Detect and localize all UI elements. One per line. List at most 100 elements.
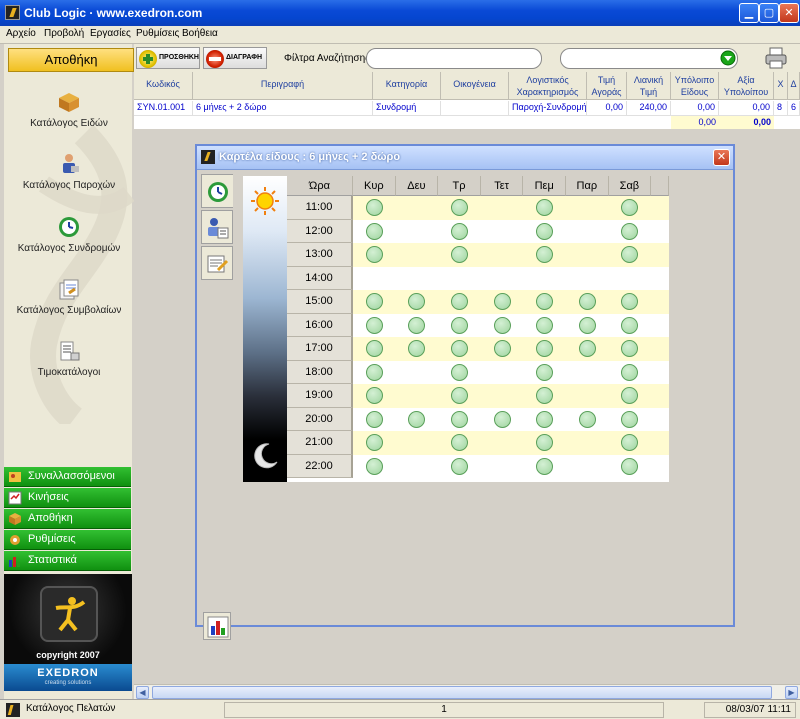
slot-available-marker[interactable] — [451, 363, 468, 381]
status-datetime: 08/03/07 11:11 — [704, 702, 796, 718]
dialog-close-button[interactable]: ✕ — [713, 149, 730, 166]
day-column-header: Δευ — [395, 176, 439, 196]
nav-label: Στατιστικά — [28, 554, 77, 566]
gear-icon — [10, 535, 20, 545]
slot-available-marker[interactable] — [578, 293, 596, 311]
table-cell[interactable]: 6 μήνες + 2 δώρο — [193, 101, 373, 116]
column-header[interactable]: Αξία Υπολοίπου — [719, 72, 774, 100]
table-cell[interactable]: 0,00 — [671, 101, 719, 116]
table-cell[interactable]: 6 — [788, 101, 800, 116]
club-logic-badge — [40, 586, 98, 642]
column-header[interactable]: Χ — [774, 72, 788, 100]
slot-available-marker[interactable] — [365, 387, 383, 405]
close-button[interactable]: ✕ — [779, 3, 799, 23]
slot-available-marker[interactable] — [365, 363, 383, 381]
slot-available-marker[interactable] — [365, 199, 383, 217]
table-cell[interactable]: 240,00 — [627, 101, 671, 116]
slot-available-marker[interactable] — [493, 293, 511, 311]
nav-settings[interactable]: Ρυθμίσεις — [4, 530, 131, 550]
maximize-button[interactable]: ▢ — [759, 3, 779, 23]
dropdown-arrow-icon[interactable] — [720, 50, 736, 66]
menu-help[interactable]: Βοήθεια — [182, 28, 218, 39]
slot-available-marker[interactable] — [536, 363, 554, 381]
slot-available-marker[interactable] — [365, 293, 383, 311]
slot-available-marker[interactable] — [536, 316, 554, 334]
filter-dropdown[interactable] — [560, 48, 738, 69]
column-header[interactable]: Δ — [788, 72, 800, 100]
slot-available-marker[interactable] — [578, 410, 596, 428]
catalog-subscriptions[interactable]: Κατάλογος Συνδρομών — [6, 211, 132, 271]
slot-available-marker[interactable] — [365, 246, 383, 264]
menu-tasks[interactable]: Εργασίες — [90, 28, 131, 39]
schedule-grid: Ώρα Κυρ Δευ Τρ Τετ Πεμ Παρ Σαβ 11:00 12:00 13:00 14… — [287, 176, 669, 482]
slot-available-marker[interactable] — [365, 222, 383, 240]
column-header[interactable]: Τιμή Αγοράς — [587, 72, 627, 100]
slot-available-marker[interactable] — [451, 222, 468, 240]
slot-available-marker[interactable] — [365, 316, 383, 334]
tab-details[interactable] — [201, 210, 233, 244]
clock-icon — [59, 217, 79, 237]
nav-movements[interactable]: Κινήσεις — [4, 488, 131, 508]
slot-available-marker[interactable] — [493, 410, 511, 428]
scroll-right-arrow-icon[interactable]: ▶ — [785, 686, 798, 699]
brand-logo: copyright 2007 EXEDRON creating solution… — [4, 574, 132, 691]
column-header[interactable]: Λιανική Τιμή — [627, 72, 671, 100]
table-cell[interactable] — [441, 101, 509, 116]
company-tagline: creating solutions — [44, 680, 92, 686]
table-cell[interactable]: Συνδρομή — [373, 101, 441, 116]
slot-available-marker[interactable] — [493, 316, 511, 334]
catalog-items[interactable]: Κατάλογος Ειδών — [6, 86, 132, 146]
column-header[interactable]: Κατηγορία — [373, 72, 441, 100]
item-card-dialog: Καρτέλα είδους : 6 μήνες + 2 δώρο ✕ Ώρα … — [195, 144, 735, 640]
catalog-contracts[interactable]: Κατάλογος Συμβολαίων — [6, 273, 132, 333]
statistics-button[interactable] — [203, 612, 231, 640]
nav-warehouse[interactable]: Αποθήκη — [4, 509, 131, 529]
table-cell[interactable]: 8 — [774, 101, 788, 116]
add-button[interactable]: ΠΡΟΣΘΗΚΗ — [136, 47, 200, 69]
scroll-thumb[interactable] — [152, 686, 772, 699]
person-list-icon — [208, 218, 229, 239]
tab-notes[interactable] — [201, 246, 233, 280]
slot-available-marker[interactable] — [365, 410, 383, 428]
slot-available-marker[interactable] — [365, 457, 383, 475]
table-cell[interactable]: 0,00 — [719, 101, 774, 116]
column-header[interactable]: Κωδικός — [134, 72, 193, 100]
slot-available-marker[interactable] — [578, 340, 596, 358]
delete-button[interactable]: ΔΙΑΓΡΑΦΗ — [203, 47, 267, 69]
column-header[interactable]: Οικογένεια — [441, 72, 509, 100]
slot-available-marker[interactable] — [536, 222, 554, 240]
nav-statistics[interactable]: Στατιστικά — [4, 551, 131, 571]
slot-available-marker[interactable] — [451, 410, 468, 428]
column-header[interactable]: Υπόλοιπο Είδους — [671, 72, 719, 100]
catalog-services[interactable]: Κατάλογος Παροχών — [6, 148, 132, 208]
minimize-button[interactable]: ▁ — [739, 3, 759, 23]
column-header[interactable]: Λογιστικός Χαρακτηρισμός — [509, 72, 587, 100]
section-header: Αποθήκη — [8, 48, 134, 72]
contract-icon — [59, 279, 79, 300]
slot-available-marker[interactable] — [578, 316, 596, 334]
hour-label: 20:00 — [287, 407, 353, 431]
slot-available-marker[interactable] — [536, 457, 554, 475]
slot-available-marker[interactable] — [493, 340, 511, 358]
catalog-label: Κατάλογος Ειδών — [30, 118, 108, 129]
scroll-left-arrow-icon[interactable]: ◀ — [136, 686, 149, 699]
slot-available-marker[interactable] — [365, 340, 383, 358]
table-cell[interactable]: 0,00 — [587, 101, 627, 116]
search-input[interactable] — [366, 48, 542, 69]
catalog-pricelists[interactable]: Τιμοκατάλογοι — [6, 335, 132, 395]
nav-contacts[interactable]: Συναλλασσόμενοι — [4, 467, 131, 487]
menu-file[interactable]: Αρχείο — [6, 28, 36, 39]
menu-settings[interactable]: Ρυθμίσεις — [136, 28, 179, 39]
printer-icon[interactable] — [764, 47, 788, 69]
menu-view[interactable]: Προβολή — [44, 28, 84, 39]
hour-label: 12:00 — [287, 219, 353, 243]
slot-available-marker[interactable] — [451, 457, 468, 475]
slot-available-marker[interactable] — [451, 316, 468, 334]
slot-available-marker[interactable] — [536, 410, 554, 428]
table-cell[interactable]: Παροχή-Συνδρομή — [509, 101, 587, 116]
column-header[interactable]: Περιγραφή — [193, 72, 373, 100]
table-cell[interactable]: ΣΥΝ.01.001 — [134, 101, 193, 116]
slot-available-marker[interactable] — [365, 434, 383, 452]
horizontal-scrollbar[interactable]: ◀ ▶ — [134, 684, 800, 699]
tab-schedule[interactable] — [201, 174, 233, 208]
